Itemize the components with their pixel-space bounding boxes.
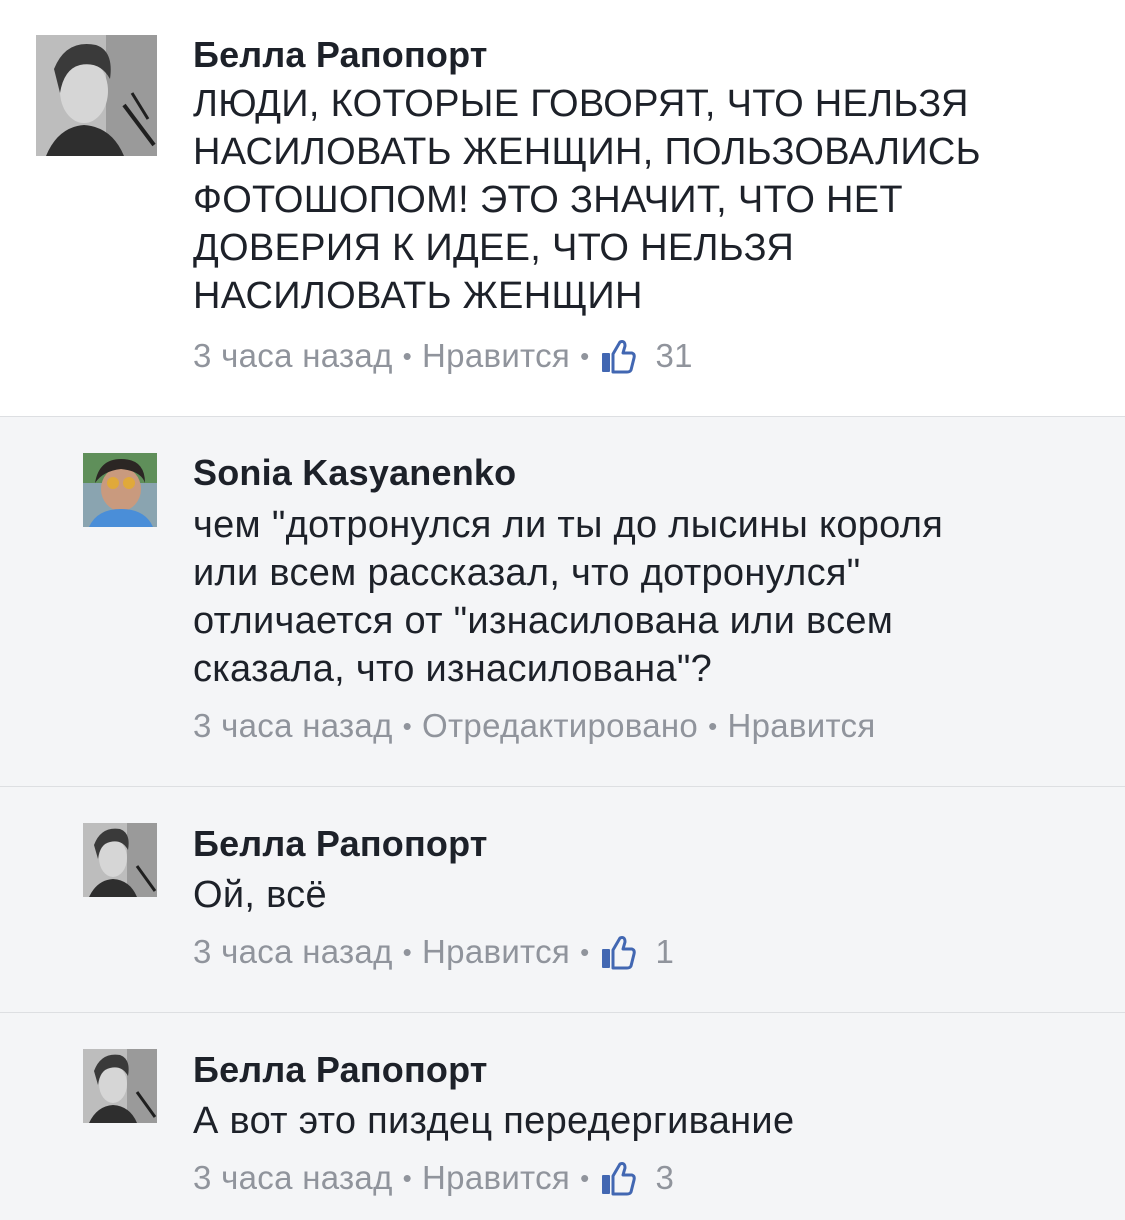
author-name[interactable]: Белла Рапопорт: [193, 823, 488, 865]
avatar[interactable]: [83, 1049, 157, 1123]
comment-text-line: или всем рассказал, что дотронулся": [193, 552, 861, 594]
separator-dot: •: [708, 710, 718, 741]
like-count[interactable]: 3: [655, 1159, 674, 1197]
edited-label[interactable]: Отредактировано: [422, 707, 698, 745]
separator-dot: •: [402, 936, 413, 967]
timestamp[interactable]: 3 часа назад: [193, 707, 393, 745]
separator-dot: •: [402, 340, 413, 371]
comment-text: ЛЮДИ, КОТОРЫЕ ГОВОРЯТ, ЧТО НЕЛЬЗЯ НАСИЛО…: [193, 80, 1093, 320]
avatar[interactable]: [83, 823, 157, 897]
comment-text-line: ДОВЕРИЯ К ИДЕЕ, ЧТО НЕЛЬЗЯ: [193, 227, 795, 269]
comment-text-line: чем "дотронулся ли ты до лысины короля: [193, 504, 944, 546]
comment-text: Ой, всё: [193, 871, 1093, 919]
comment-meta: 3 часа назад • Нравится • 1: [193, 933, 674, 971]
like-button[interactable]: Нравится: [422, 337, 570, 375]
comment: Белла Рапопорт ЛЮДИ, КОТОРЫЕ ГОВОРЯТ, ЧТ…: [0, 0, 1125, 416]
like-count[interactable]: 31: [655, 337, 692, 375]
separator-dot: •: [580, 340, 590, 371]
avatar-photo: [83, 453, 157, 527]
comment-text-line: Ой, всё: [193, 874, 327, 916]
comment-text-line: НАСИЛОВАТЬ ЖЕНЩИН, ПОЛЬЗОВАЛИСЬ: [193, 131, 981, 173]
comment-text-line: ФОТОШОПОМ! ЭТО ЗНАЧИТ, ЧТО НЕТ: [193, 179, 903, 221]
author-name[interactable]: Sonia Kasyanenko: [193, 452, 516, 494]
comment-reply: Белла Рапопорт Ой, всё 3 часа назад • Нр…: [0, 786, 1125, 1012]
comment-meta: 3 часа назад • Нравится • 3: [193, 1159, 674, 1197]
thumbs-up-icon[interactable]: [599, 933, 637, 971]
author-name[interactable]: Белла Рапопорт: [193, 34, 488, 76]
avatar[interactable]: [36, 35, 157, 156]
comment-text: А вот это пиздец передергивание: [193, 1097, 1093, 1145]
avatar-photo: [83, 1049, 157, 1123]
comment-meta: 3 часа назад • Нравится • 31: [193, 337, 693, 375]
comment-reply: Белла Рапопорт А вот это пиздец передерг…: [0, 1012, 1125, 1220]
like-button[interactable]: Нравится: [727, 707, 875, 745]
like-button[interactable]: Нравится: [422, 933, 570, 971]
timestamp[interactable]: 3 часа назад: [193, 337, 393, 375]
separator-dot: •: [402, 710, 413, 741]
comment-text-line: отличается от "изнасилована или всем: [193, 600, 894, 642]
comment-text-line: ЛЮДИ, КОТОРЫЕ ГОВОРЯТ, ЧТО НЕЛЬЗЯ: [193, 83, 969, 125]
separator-dot: •: [402, 1162, 413, 1193]
avatar[interactable]: [83, 453, 157, 527]
comment-meta: 3 часа назад • Отредактировано • Нравитс…: [193, 707, 876, 745]
timestamp[interactable]: 3 часа назад: [193, 933, 393, 971]
author-name[interactable]: Белла Рапопорт: [193, 1049, 488, 1091]
comment-text: чем "дотронулся ли ты до лысины короля и…: [193, 501, 1093, 693]
avatar-photo: [83, 823, 157, 897]
comment-text-line: сказала, что изнасилована"?: [193, 648, 713, 690]
comment-text-line: НАСИЛОВАТЬ ЖЕНЩИН: [193, 275, 643, 317]
like-button[interactable]: Нравится: [422, 1159, 570, 1197]
comment-text-line: А вот это пиздец передергивание: [193, 1100, 795, 1142]
separator-dot: •: [580, 936, 590, 967]
avatar-photo: [36, 35, 157, 156]
comment-reply: Sonia Kasyanenko чем "дотронулся ли ты д…: [0, 416, 1125, 786]
thumbs-up-icon[interactable]: [599, 337, 637, 375]
separator-dot: •: [580, 1162, 590, 1193]
like-count[interactable]: 1: [655, 933, 674, 971]
timestamp[interactable]: 3 часа назад: [193, 1159, 393, 1197]
thumbs-up-icon[interactable]: [599, 1159, 637, 1197]
